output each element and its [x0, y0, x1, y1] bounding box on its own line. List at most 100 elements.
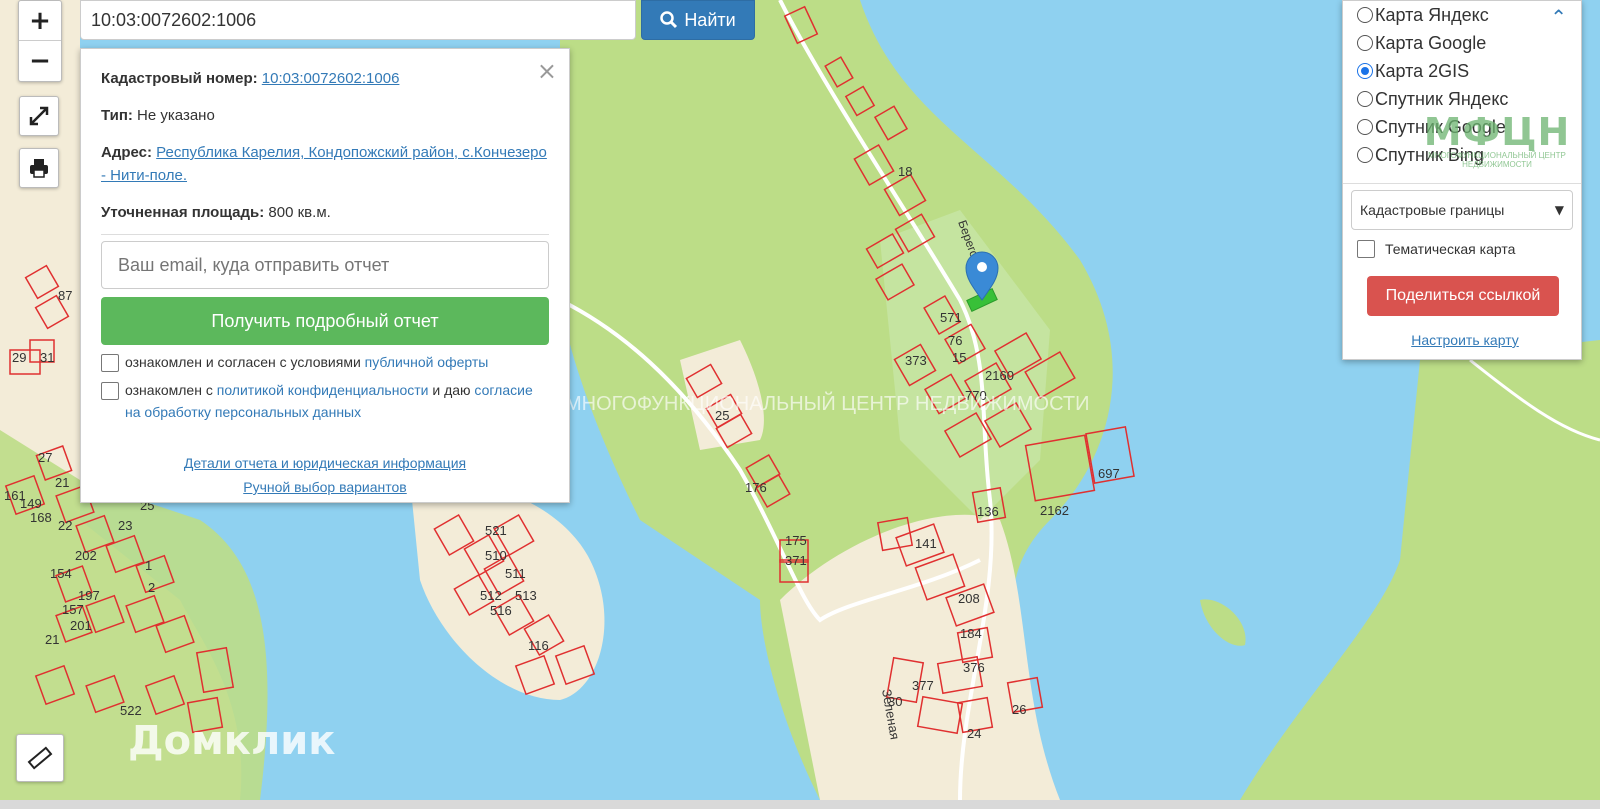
parcel-number-label: 141: [915, 536, 937, 551]
parcel-number-label: 21: [55, 475, 69, 490]
report-details-link[interactable]: Детали отчета и юридическая информация: [101, 451, 549, 475]
parcel-number-label: 376: [963, 660, 985, 675]
configure-map-link[interactable]: Настроить карту: [1357, 332, 1573, 348]
parcel-number-label: 571: [940, 310, 962, 325]
map-watermark: МНОГОФУНКЦИОНАЛЬНЫЙ ЦЕНТР НЕДВИЖИМОСТИ: [565, 393, 1090, 415]
fullscreen-button[interactable]: [19, 96, 59, 136]
parcel-number-label: 23: [118, 518, 132, 533]
map-type-label: Карта Google: [1375, 32, 1487, 53]
parcel-number-label: 29: [12, 350, 26, 365]
cadastral-label: Кадастровый номер:: [101, 70, 258, 87]
manual-selection-link[interactable]: Ручной выбор вариантов: [101, 475, 549, 499]
parcel-number-label: 513: [515, 588, 537, 603]
parcel-number-label: 197: [78, 588, 100, 603]
chevron-down-icon: ▼: [1554, 203, 1564, 217]
zoom-in-button[interactable]: +: [19, 1, 61, 40]
consent-privacy-checkbox[interactable]: [101, 382, 119, 400]
parcel-number-label: 201: [70, 618, 92, 633]
type-value: Не указано: [137, 107, 215, 124]
map-type-option[interactable]: Спутник Яндекс: [1357, 85, 1573, 113]
parcel-number-label: 521: [485, 523, 507, 538]
mfcn-logo-subtext: МНОГОФУНКЦИОНАЛЬНЫЙ ЦЕНТР НЕДВИЖИМОСТИ: [1428, 151, 1566, 169]
parcel-number-label: 175: [785, 533, 807, 548]
thematic-checkbox[interactable]: [1357, 240, 1375, 258]
address-row: Адрес: Республика Карелия, Кондопожский …: [101, 141, 549, 187]
layer-select-value: Кадастровые границы: [1360, 202, 1505, 218]
print-button[interactable]: [19, 148, 59, 188]
parcel-number-label: 27: [38, 450, 52, 465]
chevron-up-icon[interactable]: ⌃: [1550, 5, 1567, 29]
close-icon[interactable]: ×: [537, 57, 557, 85]
parcel-info-popup: × Кадастровый номер: 10:03:0072602:1006 …: [80, 48, 570, 503]
parcel-number-label: 168: [30, 510, 52, 525]
popup-links: Детали отчета и юридическая информация Р…: [101, 451, 549, 499]
parcel-number-label: 371: [785, 553, 807, 568]
consent-privacy-text-a: ознакомлен с: [125, 382, 213, 398]
address-label: Адрес:: [101, 144, 152, 161]
parcel-number-label: 377: [912, 678, 934, 693]
parcel-number-label: 510: [485, 548, 507, 563]
parcel-number-label: 18: [898, 164, 912, 179]
consent-privacy-text-b: и даю: [432, 382, 471, 398]
search-input[interactable]: 10:03:0072602:1006: [80, 0, 636, 40]
radio-button[interactable]: [1357, 119, 1373, 135]
parcel-number-label: 15: [952, 350, 966, 365]
consent-offer-checkbox[interactable]: [101, 354, 119, 372]
divider: [101, 234, 549, 235]
parcel-number-label: 22: [58, 518, 72, 533]
privacy-policy-link[interactable]: политикой конфиденциальности: [217, 382, 429, 398]
parcel-number-label: 697: [1098, 466, 1120, 481]
consent-offer-row: ознакомлен и согласен с условиями публич…: [101, 351, 549, 373]
ruler-button[interactable]: [16, 734, 64, 782]
public-offer-link[interactable]: публичной оферты: [365, 354, 489, 370]
parcel-number-label: 176: [745, 480, 767, 495]
parcel-number-label: 511: [505, 566, 526, 581]
consent-offer-text: ознакомлен и согласен с условиями: [125, 354, 361, 370]
radio-button[interactable]: [1357, 63, 1373, 79]
parcel-number-label: 76: [948, 333, 962, 348]
parcel-number-label: 31: [40, 350, 54, 365]
parcel-number-label: 184: [960, 626, 982, 641]
layer-select[interactable]: Кадастровые границы ▼: [1351, 190, 1573, 230]
get-report-button[interactable]: Получить подробный отчет: [101, 297, 549, 345]
type-label: Тип:: [101, 107, 133, 124]
parcel-number-label: 373: [905, 353, 927, 368]
thematic-label: Тематическая карта: [1385, 241, 1516, 257]
map-type-option[interactable]: Карта Яндекс: [1357, 1, 1573, 29]
radio-button[interactable]: [1357, 91, 1373, 107]
share-link-button[interactable]: Поделиться ссылкой: [1367, 276, 1559, 316]
map-type-option[interactable]: Карта Google: [1357, 29, 1573, 57]
parcel-number-label: 512: [480, 588, 502, 603]
parcel-number-label: 516: [490, 603, 512, 618]
cadastral-link[interactable]: 10:03:0072602:1006: [262, 70, 400, 87]
parcel-number-label: 1: [145, 558, 152, 573]
consent-privacy-row: ознакомлен с политикой конфиденциальност…: [101, 379, 549, 423]
address-link[interactable]: Республика Карелия, Кондопожский район, …: [101, 144, 547, 184]
parcel-number-label: 21: [45, 632, 59, 647]
expand-icon: [29, 106, 49, 126]
zoom-control: + −: [18, 0, 62, 82]
search-button[interactable]: Найти: [641, 0, 755, 40]
parcel-number-label: 2162: [1040, 503, 1069, 518]
zoom-out-button[interactable]: −: [19, 40, 61, 80]
parcel-number-label: 522: [120, 703, 142, 718]
parcel-number-label: 87: [58, 288, 72, 303]
search-button-label: Найти: [684, 9, 736, 30]
parcel-number-label: 202: [75, 548, 97, 563]
mfcn-logo-text: МФЦН: [1423, 110, 1571, 154]
radio-button[interactable]: [1357, 7, 1373, 23]
parcel-number-label: 136: [977, 504, 999, 519]
parcel-number-label: 2: [148, 580, 155, 595]
domclick-logo: Домклик: [128, 718, 336, 764]
layers-panel: ⌃ Карта Яндекс Карта Google Карта 2GIS Спут…: [1342, 0, 1582, 360]
parcel-number-label: 2160: [985, 368, 1014, 383]
parcel-number-label: 157: [62, 602, 84, 617]
email-field[interactable]: [101, 241, 549, 289]
parcel-number-label: 26: [1012, 702, 1026, 717]
area-label: Уточненная площадь:: [101, 204, 265, 221]
map-type-option[interactable]: Карта 2GIS: [1357, 57, 1573, 85]
divider: [1343, 183, 1581, 184]
area-row: Уточненная площадь: 800 кв.м.: [101, 201, 549, 224]
radio-button[interactable]: [1357, 147, 1373, 163]
radio-button[interactable]: [1357, 35, 1373, 51]
